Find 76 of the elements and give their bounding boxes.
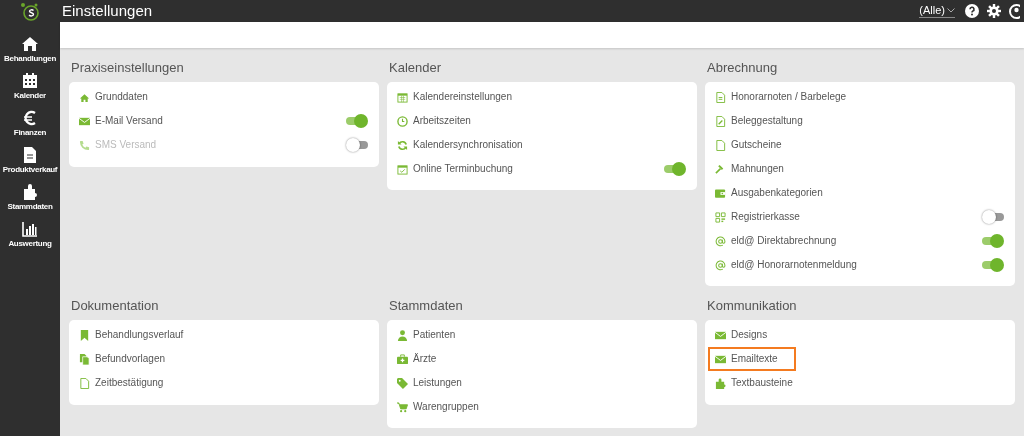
settings-icon[interactable] — [987, 4, 1001, 18]
chevron-down-icon — [947, 8, 955, 13]
settings-link[interactable]: Arbeitszeiten — [397, 115, 471, 127]
puzzle-icon — [715, 377, 726, 389]
bar-chart-icon — [21, 220, 39, 238]
document-edit-icon — [715, 115, 726, 127]
tag-icon — [397, 377, 408, 389]
bookmark-icon — [79, 329, 90, 341]
settings-link[interactable]: Designs — [715, 329, 768, 341]
toggle-switch[interactable] — [982, 234, 1004, 248]
envelope-icon — [715, 353, 726, 365]
page-title: Einstellungen — [62, 0, 153, 21]
section-title: Abrechnung — [707, 60, 779, 76]
file-icon — [715, 139, 726, 151]
settings-link[interactable]: eld@ Direktabrechnung — [715, 235, 837, 247]
medkit-icon — [397, 353, 408, 365]
calendar-icon — [21, 72, 39, 90]
document-icon — [715, 91, 726, 103]
nav-item[interactable]: Kalender — [0, 72, 60, 104]
at-sign-icon — [715, 235, 726, 247]
gavel-icon — [715, 163, 726, 175]
nav-item[interactable]: Stammdaten — [0, 183, 60, 215]
settings-link[interactable]: Zeitbestätigung — [79, 377, 164, 389]
at-sign-icon — [715, 259, 726, 271]
settings-link[interactable]: Beleggestaltung — [715, 115, 803, 127]
settings-link[interactable]: Kalendereinstellungen — [397, 91, 512, 103]
puzzle-icon — [21, 183, 39, 201]
section-title: Stammdaten — [389, 298, 464, 314]
calendar-icon — [397, 91, 408, 103]
cart-icon — [397, 401, 408, 413]
settings-link[interactable]: Textbausteine — [715, 377, 793, 389]
toggle-switch[interactable] — [346, 114, 368, 128]
section-title: Dokumentation — [71, 298, 160, 314]
document-icon — [21, 146, 39, 164]
help-icon[interactable] — [965, 4, 979, 18]
section-title: Kalender — [389, 60, 443, 76]
wallet-icon — [715, 187, 726, 199]
toggle-switch[interactable] — [664, 162, 686, 176]
settings-link[interactable]: E-Mail Versand — [79, 115, 163, 127]
settings-link[interactable]: Online Terminbuchung — [397, 163, 513, 175]
settings-link[interactable]: Honorarnoten / Barbelege — [715, 91, 847, 103]
filter-dropdown[interactable]: (Alle) — [919, 4, 955, 18]
settings-link[interactable]: Behandlungsverlauf — [79, 329, 184, 341]
toggle-switch[interactable] — [982, 258, 1004, 272]
settings-link[interactable]: Gutscheine — [715, 139, 782, 151]
nav-item[interactable]: Auswertung — [0, 220, 60, 252]
phone-icon — [79, 139, 90, 151]
settings-link[interactable]: Warengruppen — [397, 401, 479, 413]
settings-link[interactable]: Ärzte — [397, 353, 437, 365]
envelope-icon — [79, 115, 90, 127]
copy-icon — [79, 353, 90, 365]
nav-item[interactable]: Finanzen — [0, 109, 60, 141]
section-title: Kommunikation — [707, 298, 798, 314]
nav-item[interactable]: Behandlungen — [0, 35, 60, 67]
settings-link[interactable]: Grunddaten — [79, 91, 148, 103]
logo-icon[interactable] — [20, 2, 40, 22]
qr-code-icon — [715, 211, 726, 223]
nav-item[interactable]: Produktverkauf — [0, 146, 60, 178]
settings-link[interactable]: Leistungen — [397, 377, 462, 389]
settings-link[interactable]: Mahnungen — [715, 163, 784, 175]
file-icon — [79, 377, 90, 389]
toggle-switch[interactable] — [982, 210, 1004, 224]
settings-link[interactable]: Registrierkasse — [715, 211, 800, 223]
section-title: Praxiseinstellungen — [71, 60, 185, 76]
settings-link[interactable]: Ausgabenkategorien — [715, 187, 823, 199]
calendar-check-icon — [397, 163, 408, 175]
envelope-icon — [715, 329, 726, 341]
settings-link[interactable]: Patienten — [397, 329, 456, 341]
home-icon — [79, 91, 90, 103]
settings-link[interactable]: Befundvorlagen — [79, 353, 166, 365]
refresh-icon — [397, 139, 408, 151]
settings-link[interactable]: eld@ Honorarnotenmeldung — [715, 259, 857, 271]
settings-link[interactable]: Kalendersynchronisation — [397, 139, 523, 151]
settings-link[interactable]: Emailtexte — [710, 349, 794, 369]
home-icon — [21, 35, 39, 53]
clock-icon — [397, 115, 408, 127]
